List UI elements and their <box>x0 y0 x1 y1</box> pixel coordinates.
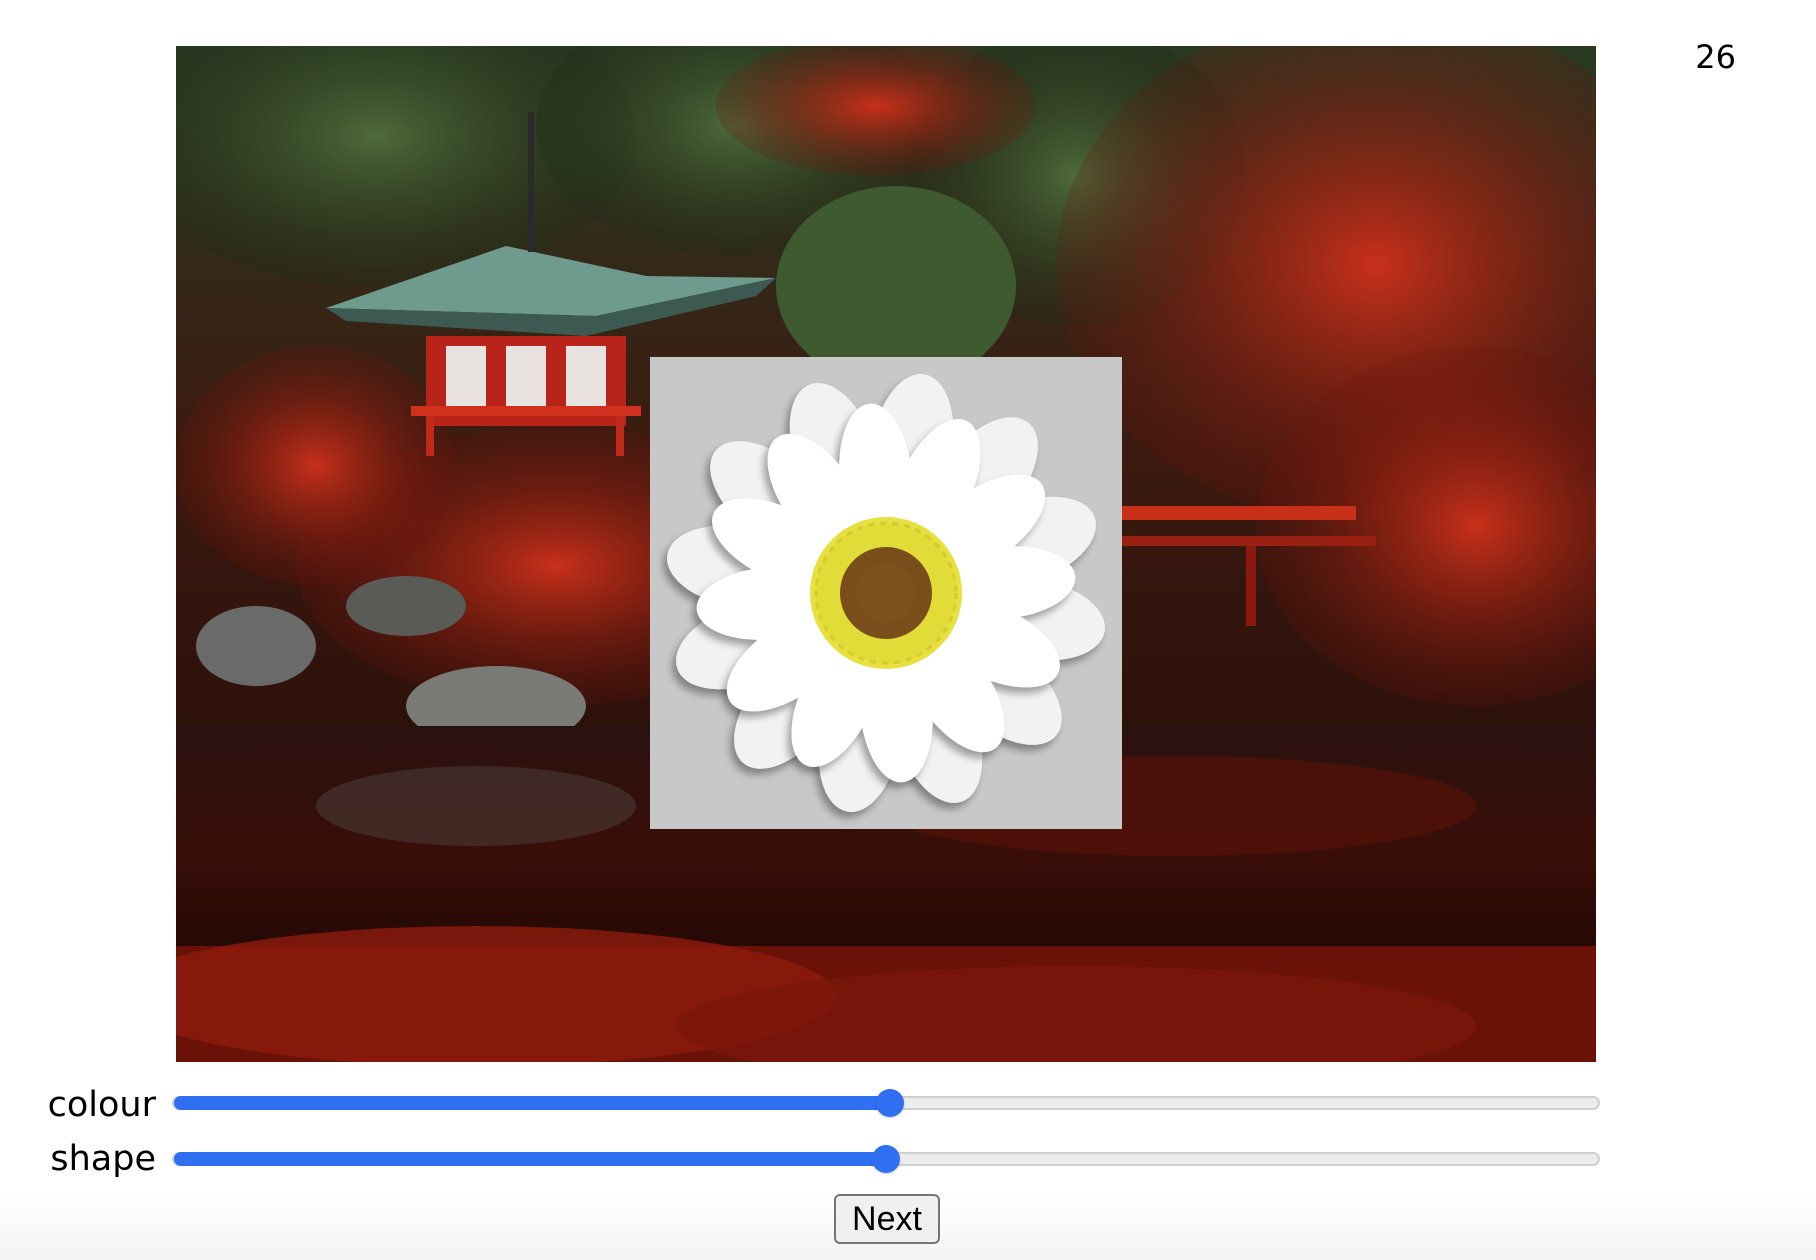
colour-slider-thumb[interactable] <box>876 1089 904 1117</box>
shape-slider-row: shape <box>0 1139 1816 1179</box>
experiment-page: 26 colour shape Next <box>0 0 1816 1260</box>
stimulus-panel <box>650 357 1122 829</box>
shape-slider[interactable] <box>172 1145 1600 1173</box>
next-button[interactable]: Next <box>834 1194 940 1244</box>
colour-slider-row: colour <box>0 1083 1816 1125</box>
background-scene-image <box>176 46 1596 1062</box>
colour-slider-fill <box>174 1096 890 1110</box>
shape-slider-fill <box>174 1152 886 1166</box>
shape-label: shape <box>50 1139 156 1179</box>
colour-label: colour <box>47 1085 156 1125</box>
daisy-flower-icon <box>667 374 1105 812</box>
shape-slider-thumb[interactable] <box>872 1145 900 1173</box>
colour-slider[interactable] <box>172 1089 1600 1117</box>
trial-counter: 26 <box>1695 38 1736 76</box>
